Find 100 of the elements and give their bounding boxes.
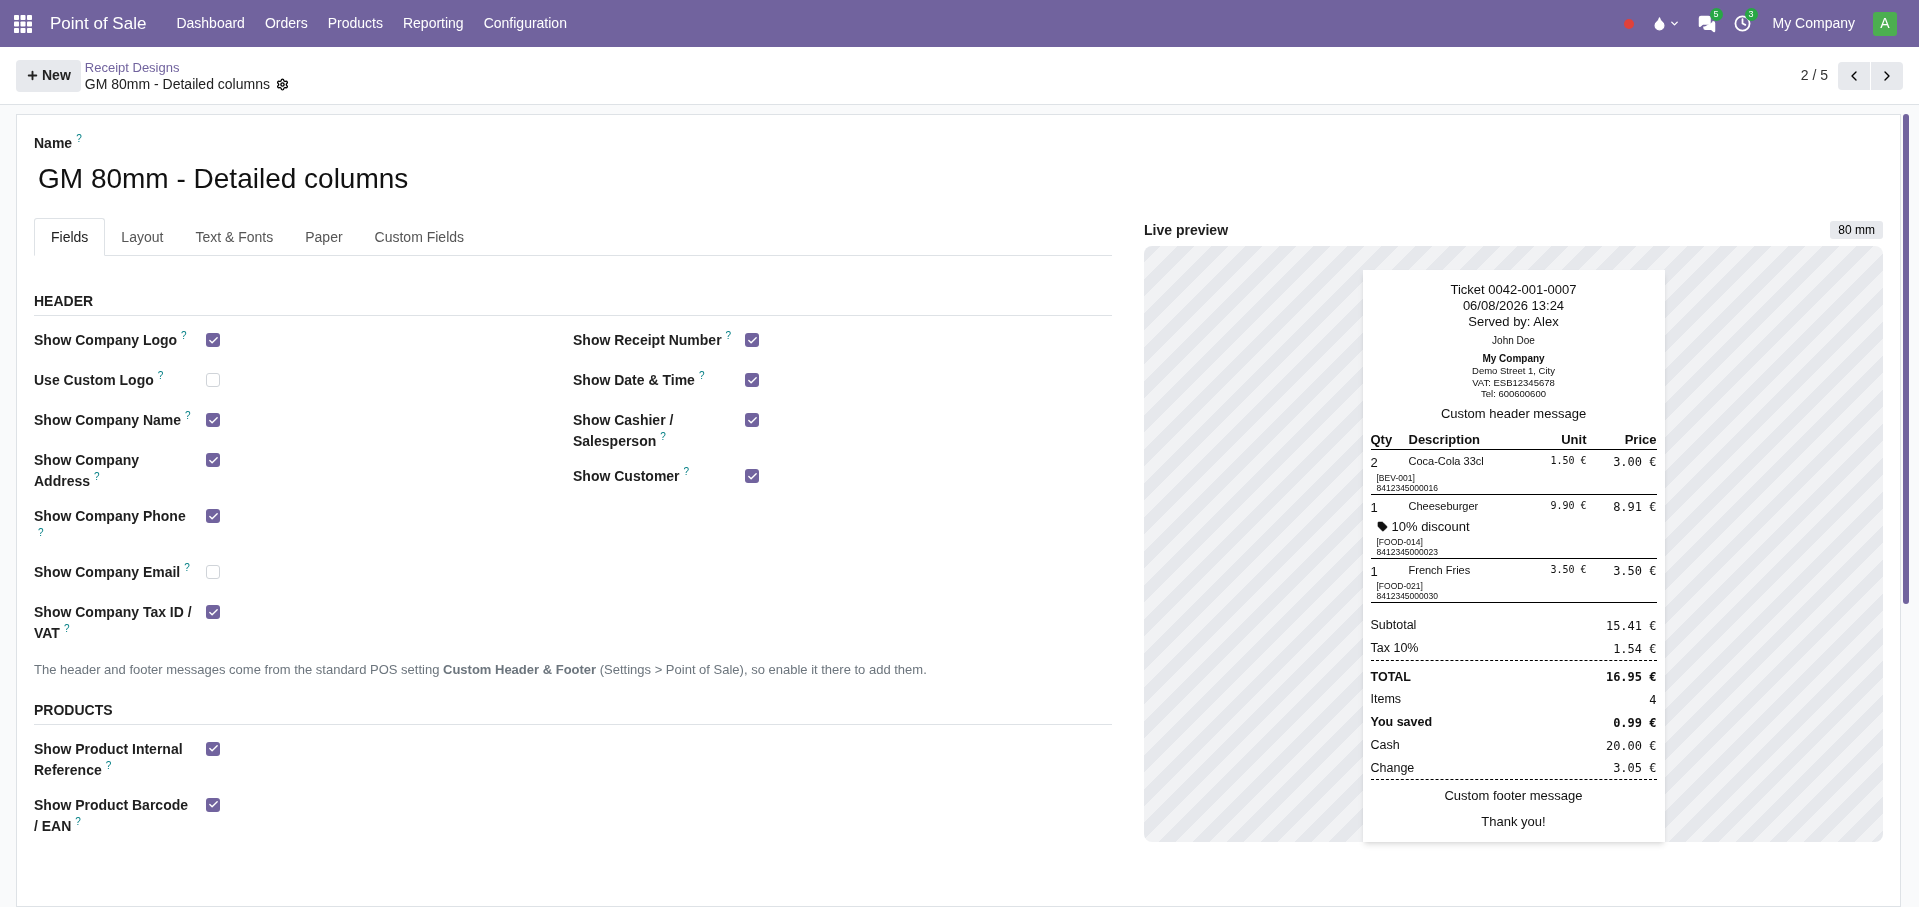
checkbox[interactable]: [206, 333, 220, 347]
checkbox[interactable]: [206, 453, 220, 467]
checkbox[interactable]: [206, 605, 220, 619]
plus-icon: [26, 69, 39, 82]
help-icon[interactable]: ?: [185, 410, 191, 422]
help-icon[interactable]: ?: [94, 471, 100, 483]
receipt-barcode: 8412345000016: [1375, 482, 1439, 493]
form-tab[interactable]: Custom Fields: [358, 218, 481, 256]
checkbox[interactable]: [206, 565, 220, 579]
messages-icon[interactable]: [1697, 14, 1716, 33]
droplet-dropdown[interactable]: [1651, 16, 1680, 31]
breadcrumb-link[interactable]: Receipt Designs: [84, 58, 289, 76]
help-icon[interactable]: ?: [181, 330, 187, 342]
field-label: Show Company Address ?: [34, 451, 140, 491]
company-switcher[interactable]: My Company: [1772, 13, 1855, 34]
next-button[interactable]: [1871, 61, 1903, 90]
user-avatar[interactable]: A: [1873, 11, 1897, 36]
receipt-discount: 10% discount: [1391, 518, 1470, 536]
receipt-unit-price: 9.90 €: [1549, 498, 1587, 513]
field-label: Show Receipt Number ?: [573, 330, 733, 350]
help-icon[interactable]: ?: [660, 431, 666, 443]
receipt-header-text: VAT: ESB12345678: [1472, 376, 1555, 388]
checkbox[interactable]: [745, 333, 759, 347]
receipt-header-text: John Doe: [1492, 334, 1535, 347]
checkbox[interactable]: [206, 413, 220, 427]
receipt-line-price: 3.50 €: [1612, 562, 1657, 580]
settings-icon[interactable]: [275, 77, 289, 91]
receipt-product-name: Cheeseburger: [1408, 498, 1480, 514]
receipt-header-text: Ticket 0042-001-0007: [1450, 282, 1577, 298]
receipt-barcode: 8412345000023: [1375, 546, 1439, 557]
receipt-total-value: 16.95 €: [1605, 669, 1657, 687]
receipt-total-label: Subtotal: [1370, 617, 1417, 634]
receipt-header-text: 06/08/2026 13:24: [1462, 298, 1565, 314]
help-icon[interactable]: ?: [157, 370, 164, 382]
receipt-total-label: Cash: [1370, 736, 1400, 754]
checkbox[interactable]: [745, 469, 759, 483]
receipt-column-header: Description: [1408, 430, 1481, 449]
app-brand[interactable]: Point of Sale: [50, 10, 147, 37]
receipt-unit-price: 3.50 €: [1549, 562, 1587, 577]
apps-menu-icon[interactable]: [14, 14, 32, 33]
receipt-header-text: My Company: [1482, 353, 1545, 365]
receipt-product-name: Coca-Cola 33cl: [1408, 454, 1485, 469]
new-button[interactable]: New: [16, 59, 81, 92]
receipt-reference: [FOOD-014]: [1375, 536, 1424, 547]
help-icon[interactable]: ?: [75, 815, 81, 828]
form-tab[interactable]: Text & Fonts: [179, 218, 290, 256]
previous-button[interactable]: [1838, 61, 1870, 90]
receipt-total-value: 4: [1649, 692, 1657, 709]
help-icon[interactable]: ?: [725, 330, 732, 342]
field-label: Show Company Email ?: [34, 562, 191, 582]
receipt-header-text: Custom header message: [1440, 405, 1587, 422]
help-icon[interactable]: ?: [184, 562, 190, 574]
receipt-unit-price: 1.50 €: [1549, 454, 1587, 468]
receipt-reference: [BEV-001]: [1375, 472, 1416, 483]
form-tab[interactable]: Paper: [289, 218, 359, 256]
scrollbar-thumb[interactable]: [1903, 114, 1909, 604]
receipt-total-value: 20.00 €: [1605, 737, 1657, 755]
checkbox[interactable]: [745, 373, 759, 387]
nav-menu-item[interactable]: Reporting: [392, 13, 474, 34]
receipt-qty: 1: [1370, 498, 1379, 517]
form-tab[interactable]: Layout: [105, 218, 180, 256]
field-label: Show Cashier / Salesperson ?: [573, 411, 675, 451]
nav-menu-item[interactable]: Dashboard: [166, 13, 255, 34]
checkbox[interactable]: [206, 373, 220, 387]
nav-menu-item[interactable]: Products: [317, 13, 393, 34]
checkbox[interactable]: [745, 413, 759, 427]
checkbox[interactable]: [206, 797, 220, 812]
activities-icon[interactable]: [1733, 15, 1751, 32]
receipt-total-label: Tax 10%: [1370, 639, 1419, 657]
receipt-barcode: 8412345000030: [1375, 591, 1439, 601]
form-tab[interactable]: Fields: [34, 218, 106, 256]
nav-menu-item[interactable]: Configuration: [473, 13, 577, 34]
receipt-qty: 2: [1370, 454, 1379, 472]
field-label: Show Company Name ?: [34, 410, 192, 430]
checkbox[interactable]: [206, 741, 220, 756]
help-icon[interactable]: ?: [105, 759, 112, 772]
receipt-product-name: French Fries: [1408, 562, 1472, 578]
caret-icon[interactable]: [1668, 18, 1680, 29]
receipt-line-price: 3.00 €: [1612, 454, 1657, 471]
checkbox[interactable]: [206, 509, 220, 523]
help-text: The header and footer messages come from the standard POS setting Custom Header & Footer (Settings > Point of Sale), so enable it there to add them.: [34, 661, 928, 679]
field-label: Show Company Tax ID / VAT ?: [34, 603, 193, 643]
help-icon[interactable]: ?: [683, 466, 690, 478]
receipt-total-value: 15.41 €: [1605, 617, 1657, 635]
field-label: Name: [34, 134, 73, 153]
nav-menu-item[interactable]: Orders: [254, 13, 318, 34]
receipt-total-value: 1.54 €: [1613, 640, 1657, 658]
messages-count: 5: [1709, 7, 1723, 21]
name-input[interactable]: GM 80mm - Detailed columns: [38, 158, 738, 200]
pager-value[interactable]: 2 / 5: [1800, 65, 1828, 86]
help-icon[interactable]: ?: [38, 527, 44, 539]
paper-size-badge: 80 mm: [1830, 221, 1883, 239]
help-icon[interactable]: ?: [63, 623, 70, 635]
receipt-footer-text: Custom footer message: [1444, 787, 1583, 806]
receipt-header-text: Demo Street 1, City: [1472, 365, 1555, 377]
section-title: HEADER: [34, 291, 1112, 316]
receipt-total-label: Change: [1370, 759, 1415, 777]
help-icon[interactable]: ?: [698, 370, 705, 382]
receipt-total-label: Items: [1370, 691, 1402, 709]
help-icon[interactable]: ?: [76, 133, 82, 145]
